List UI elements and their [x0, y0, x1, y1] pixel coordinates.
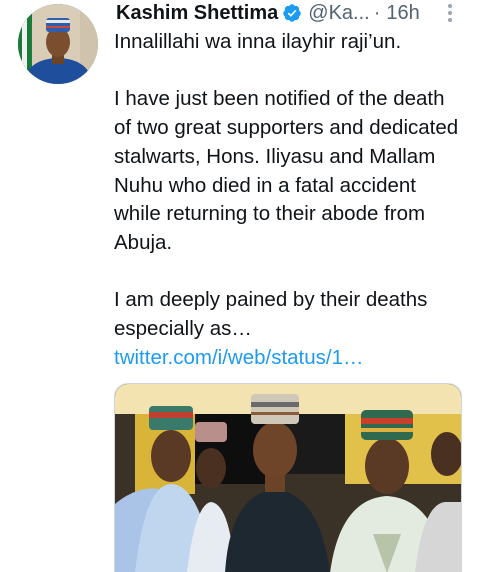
- separator-dot: ·: [373, 2, 381, 24]
- tweet-media[interactable]: [114, 383, 462, 572]
- author-name[interactable]: Kashim Shettima: [116, 0, 278, 26]
- tweet-text: Innalillahi wa inna ilayhir raji’un. I h…: [114, 28, 464, 372]
- tweet[interactable]: Kashim Shettima @Ka... · 16h Innalillahi…: [0, 0, 480, 572]
- tweet-paragraph: I am deeply pained by their deaths espec…: [114, 286, 464, 372]
- avatar[interactable]: [18, 4, 98, 84]
- tweet-paragraph: I have just been notified of the death o…: [114, 87, 459, 254]
- tweet-link[interactable]: twitter.com/i/web/status/1…: [114, 346, 364, 369]
- more-options-icon[interactable]: [444, 2, 456, 24]
- tweet-line: Innalillahi wa inna ilayhir raji’un.: [114, 30, 402, 53]
- tweet-header: Kashim Shettima @Ka... · 16h: [116, 0, 466, 26]
- tweet-photo: [115, 384, 461, 572]
- tweet-paragraph-text: I am deeply pained by their deaths espec…: [114, 288, 428, 340]
- verified-badge-icon: [282, 3, 302, 23]
- avatar-image: [18, 4, 98, 84]
- author-handle[interactable]: @Ka...: [308, 0, 369, 26]
- tweet-time[interactable]: 16h: [386, 0, 419, 26]
